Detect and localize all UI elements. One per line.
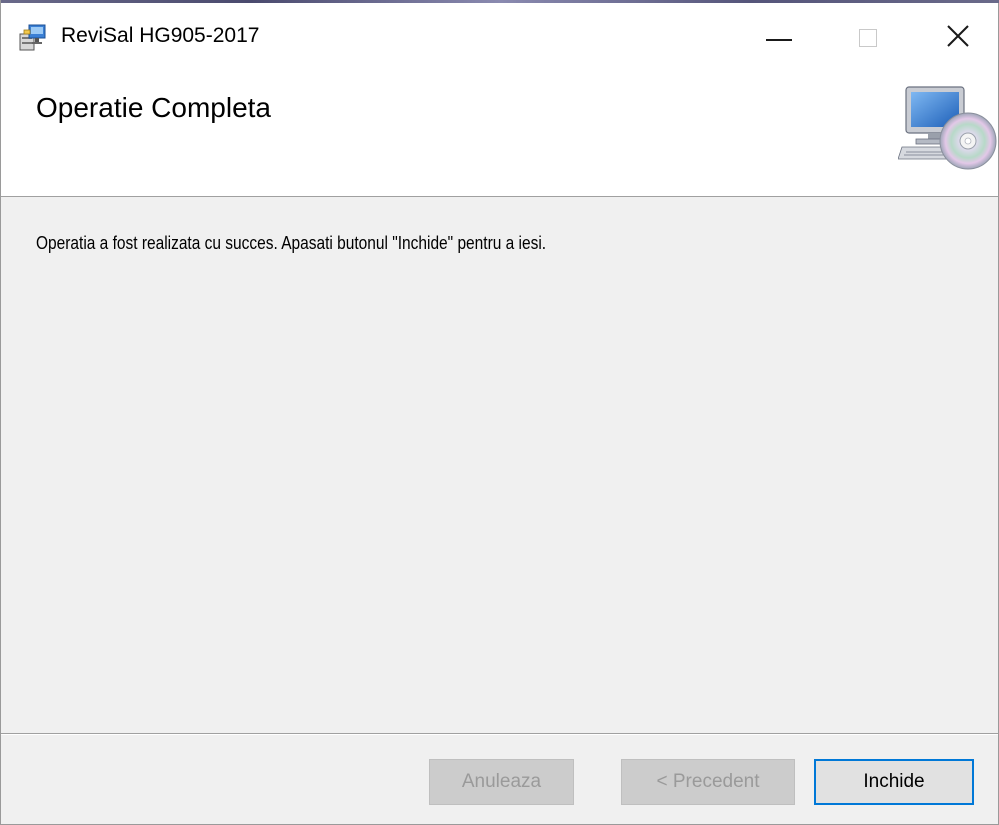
window-title: ReviSal HG905-2017	[61, 24, 260, 47]
page-title: Operatie Completa	[36, 92, 272, 123]
title-bar[interactable]: ReviSal HG905-2017	[1, 3, 998, 63]
installer-package-icon	[18, 22, 48, 52]
close-window-button[interactable]	[914, 6, 998, 64]
close-icon	[944, 22, 972, 50]
footer-divider-highlight	[1, 734, 998, 735]
wizard-header: Operatie Completa	[1, 63, 998, 197]
minimize-button[interactable]	[736, 6, 826, 64]
previous-button[interactable]: < Precedent	[621, 759, 795, 805]
computer-cd-icon	[897, 83, 998, 173]
cancel-button[interactable]: Anuleaza	[429, 759, 574, 805]
maximize-button[interactable]	[826, 6, 916, 64]
installer-window: ReviSal HG905-2017 Operatie Completa Ope…	[0, 0, 999, 825]
minimize-icon	[766, 39, 792, 41]
maximize-icon	[859, 29, 877, 47]
status-message: Operatia a fost realizata cu succes. Apa…	[36, 233, 547, 253]
finish-close-button[interactable]: Inchide	[814, 759, 974, 805]
